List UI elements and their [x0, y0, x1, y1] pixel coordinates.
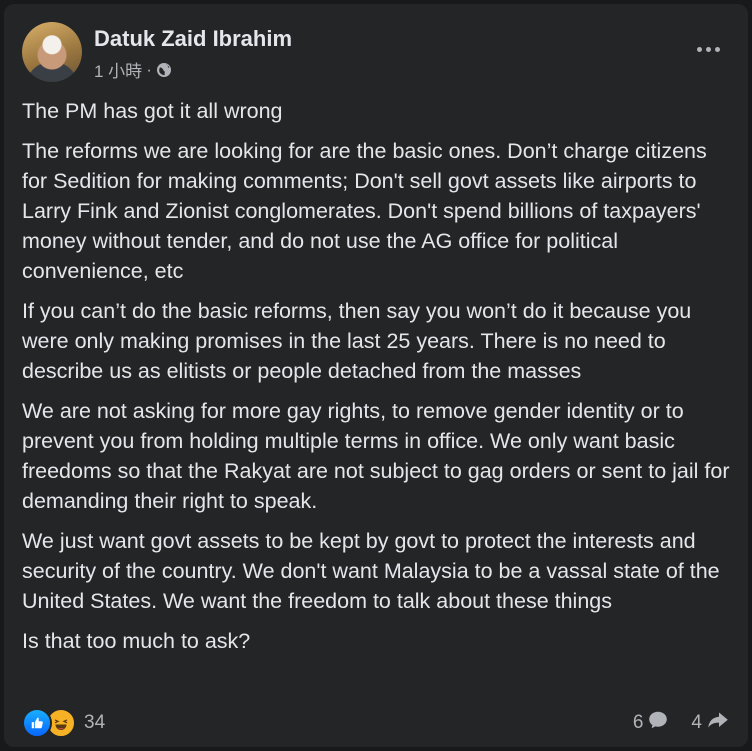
post-paragraph: We are not asking for more gay rights, t…: [22, 399, 730, 513]
reaction-count: 34: [84, 712, 106, 733]
globe-icon[interactable]: [156, 62, 172, 78]
post-paragraph: The PM has got it all wrong: [22, 99, 283, 123]
post-paragraph: If you can’t do the basic reforms, then …: [22, 299, 692, 383]
like-icon: [22, 708, 52, 738]
shares-count-button[interactable]: 4: [691, 709, 730, 737]
post-footer: 34 6 4: [22, 705, 730, 741]
comment-count: 6: [632, 712, 644, 733]
post-timestamp[interactable]: 1 小時: [94, 57, 142, 82]
comments-count-button[interactable]: 6: [633, 709, 670, 737]
more-dot: [714, 46, 720, 52]
share-count: 4: [691, 712, 702, 733]
post-paragraph: The reforms we are looking for are the b…: [22, 139, 707, 283]
author-avatar[interactable]: [22, 22, 82, 82]
comment-icon: [647, 709, 669, 737]
reaction-icons: [22, 708, 76, 738]
post-paragraph: We just want govt assets to be kept by g…: [22, 529, 720, 613]
engagement-stats: 6 4: [633, 709, 730, 737]
author-name[interactable]: Datuk Zaid Ibrahim: [94, 26, 292, 52]
share-icon: [706, 709, 730, 737]
reactions-summary[interactable]: 34: [22, 708, 105, 738]
post-card: Datuk Zaid Ibrahim 1 小時 · The PM has got…: [4, 4, 748, 747]
post-body: The PM has got it all wrong The reforms …: [22, 96, 732, 666]
post-paragraph: Is that too much to ask?: [22, 629, 251, 653]
more-dot: [696, 46, 702, 52]
more-dot: [705, 46, 711, 52]
more-options-icon[interactable]: [690, 34, 726, 64]
meta-separator: ·: [146, 59, 152, 79]
post-meta: 1 小時 ·: [94, 57, 172, 82]
